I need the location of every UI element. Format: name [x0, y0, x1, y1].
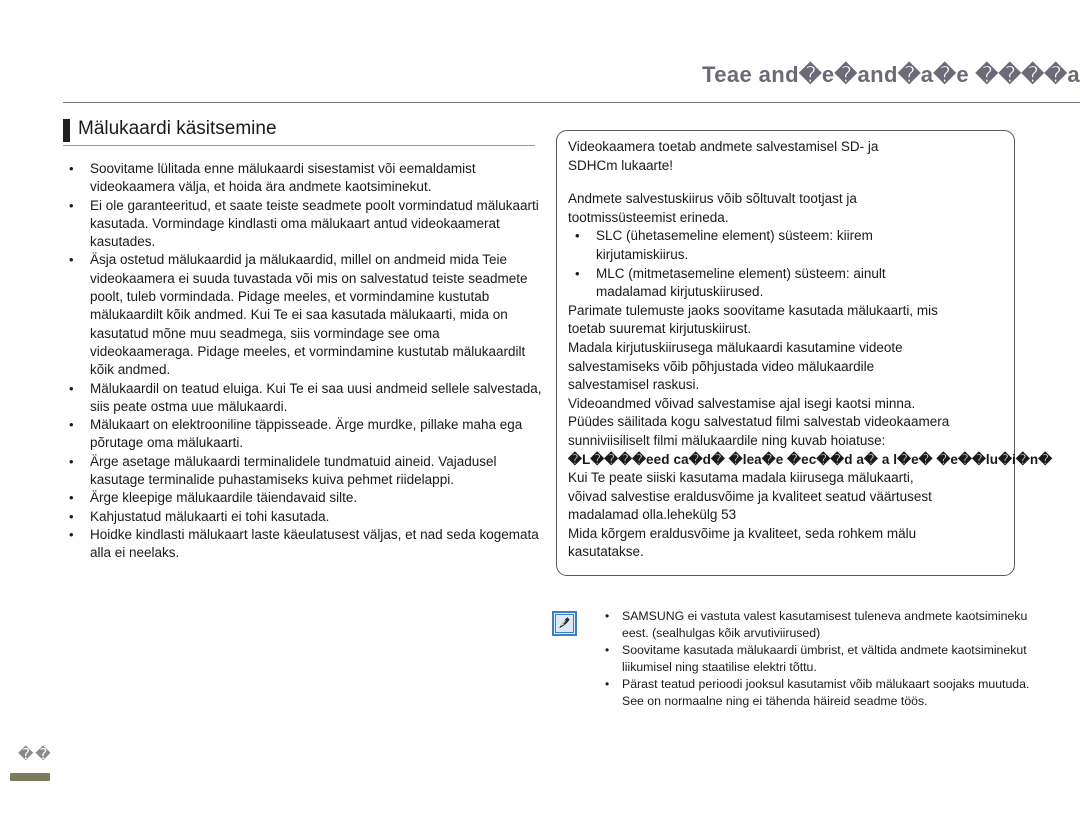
- section-accent-bar: [63, 119, 70, 142]
- panel-line: võivad salvestise eraldusvõime ja kvalit…: [568, 488, 932, 504]
- list-item: Ärge asetage mälukaardi terminalidele tu…: [63, 453, 545, 490]
- panel-line: Püüdes säilitada kogu salvestatud filmi …: [568, 414, 950, 430]
- list-item: Ärge kleepige mälukaardile täiendavaid s…: [63, 489, 545, 508]
- note-item: Soovitame kasutada mälukaardi ümbrist, e…: [600, 642, 1052, 676]
- panel-line: Videokaamera toetab andmete salvestamise…: [568, 139, 879, 154]
- panel-line: madalamad olla.lehekülg 53: [568, 507, 737, 523]
- panel-spacer: [568, 175, 1038, 190]
- panel-line: madalamad kirjutuskiirused.: [596, 284, 764, 300]
- header-title: Teae and�e�and�a�e ����a: [702, 62, 1080, 87]
- section-divider: [63, 145, 535, 146]
- panel-line: Madala kirjutuskiirusega mälukaardi kasu…: [568, 339, 903, 355]
- note-item: SAMSUNG ei vastuta valest kasutamisest t…: [600, 608, 1052, 642]
- panel-line: Kui Te peate siiski kasutama madala kiir…: [568, 470, 914, 486]
- panel-line: Mida kõrgem eraldusvõime ja kvaliteet, s…: [568, 525, 917, 541]
- list-item: Kahjustatud mälukaarti ei tohi kasutada.: [63, 508, 545, 527]
- list-item: Soovitame lülitada enne mälukaardi sises…: [63, 160, 545, 197]
- panel-line: SDHCm lukaarte!: [568, 157, 674, 173]
- panel-line: sunniviisiliselt filmi mälukaardile ning…: [568, 432, 886, 448]
- panel-line: Andmete salvestuskiirus võib sõltuvalt t…: [568, 191, 857, 207]
- page-number-label: ��: [18, 746, 53, 763]
- page-header: Teae and�e�and�a�e ����a: [0, 62, 1080, 114]
- panel-line: kasutatakse.: [568, 544, 644, 560]
- page-number-tab: ��: [10, 745, 120, 790]
- panel-warning-message: �L����eed ca�d� �lea�e �ec��d a� a l�e� …: [568, 451, 1053, 467]
- panel-line: toetab suuremat kirjutuskiirust.: [568, 321, 752, 337]
- page-title: Mälukaardi käsitsemine: [78, 118, 277, 139]
- panel-line: Parimate tulemuste jaoks soovitame kasut…: [568, 302, 938, 318]
- page-marker-bar: [10, 773, 50, 781]
- panel-line: kirjutamiskiirus.: [596, 246, 689, 262]
- panel-list-item: SLC (ühetasemeline element) süsteem: kii…: [568, 227, 1038, 246]
- header-divider: [63, 102, 1080, 103]
- note-list: SAMSUNG ei vastuta valest kasutamisest t…: [600, 608, 1052, 710]
- panel-line: salvestamiseks võib põhjustada video mäl…: [568, 358, 875, 374]
- panel-list-item: MLC (mitmetasemeline element) süsteem: a…: [568, 265, 1038, 284]
- list-item: Mälukaardil on teatud eluiga. Kui Te ei …: [63, 380, 545, 417]
- panel-line: tootmissüsteemist erineda.: [568, 209, 729, 225]
- panel-line: Videoandmed võivad salvestamise ajal ise…: [568, 395, 916, 411]
- note-item: Pärast teatud perioodi jooksul kasutamis…: [600, 676, 1052, 710]
- list-item: Mälukaart on elektrooniline täppisseade.…: [63, 416, 545, 453]
- memory-card-handling-list: Soovitame lülitada enne mälukaardi sises…: [63, 160, 545, 563]
- info-panel-content: Videokaamera toetab andmete salvestamise…: [568, 138, 1053, 562]
- section-heading: Mälukaardi käsitsemine: [63, 118, 535, 148]
- note-pen-icon: [552, 611, 577, 636]
- list-item: Hoidke kindlasti mälukaart laste käeulat…: [63, 526, 545, 563]
- list-item: Ei ole garanteeritud, et saate teiste se…: [63, 197, 545, 252]
- panel-line: salvestamisel raskusi.: [568, 377, 700, 393]
- list-item: Äsja ostetud mälukaardid ja mälukaardid,…: [63, 251, 545, 379]
